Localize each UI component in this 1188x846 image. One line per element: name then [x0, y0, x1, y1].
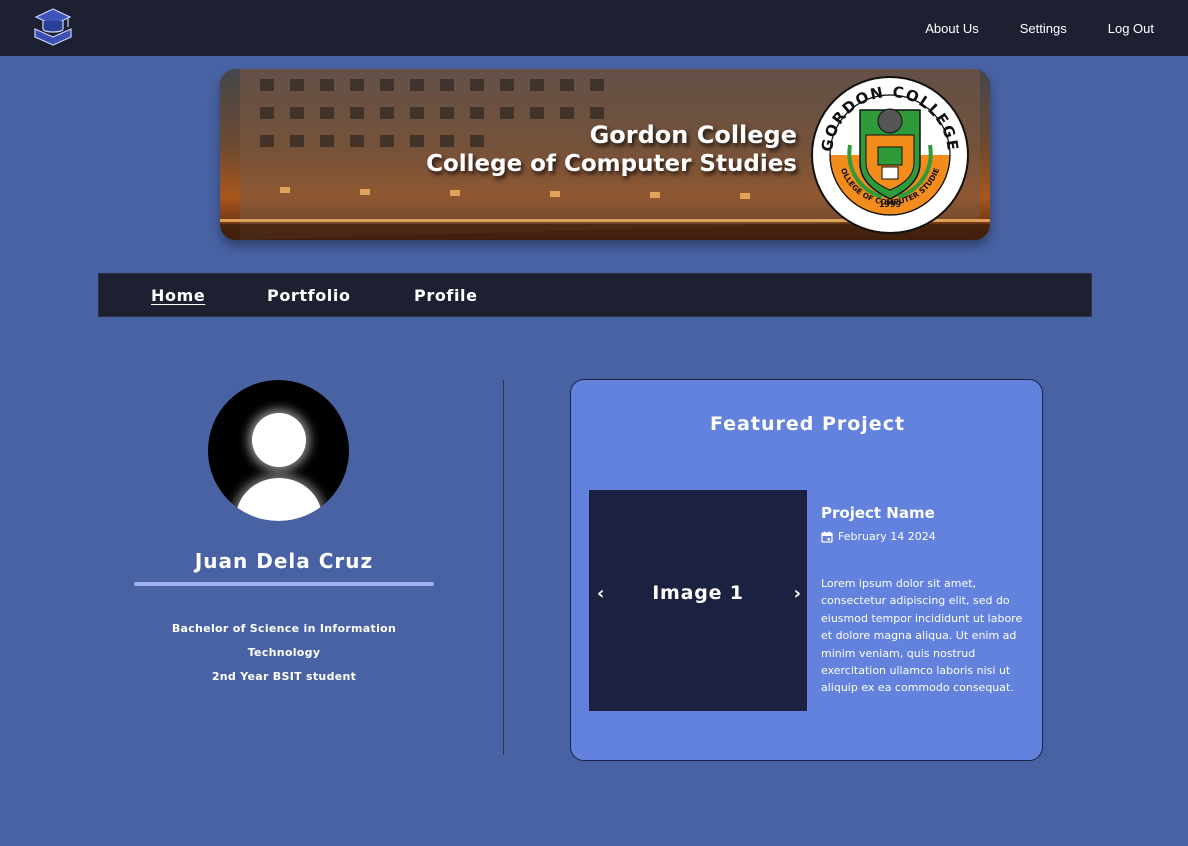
avatar-body [236, 478, 322, 521]
profile-year: 2nd Year BSIT student [211, 670, 357, 683]
top-navbar: About Us Settings Log Out [0, 0, 1188, 56]
project-image-carousel: ‹ Image 1 › [589, 490, 807, 711]
carousel-image-label: Image 1 [652, 582, 744, 604]
graduation-cap-logo-icon[interactable] [33, 7, 73, 47]
banner-title: Gordon College College of Computer Studi… [426, 121, 797, 179]
user-avatar-icon [208, 380, 349, 521]
settings-link[interactable]: Settings [1020, 21, 1067, 36]
calendar-icon [821, 531, 833, 543]
nav-profile-tab[interactable]: Profile [414, 286, 478, 305]
nav-home-tab[interactable]: Home [151, 286, 205, 305]
about-us-link[interactable]: About Us [925, 21, 978, 36]
project-description: Lorem ipsum dolor sit amet, consectetur … [821, 577, 1023, 695]
vertical-divider [503, 380, 504, 755]
profile-name-underline [134, 582, 434, 586]
college-banner: Gordon College College of Computer Studi… [220, 69, 990, 240]
banner-line-1: Gordon College [589, 121, 797, 149]
featured-project-title: Featured Project [709, 413, 906, 435]
profile-name: Juan Dela Cruz [194, 549, 374, 573]
log-out-link[interactable]: Log Out [1108, 21, 1154, 36]
banner-line-2: College of Computer Studies [426, 151, 797, 177]
project-name: Project Name [821, 504, 935, 522]
project-date-row: February 14 2024 [821, 530, 936, 543]
project-date: February 14 2024 [838, 530, 936, 543]
avatar-head [252, 413, 306, 467]
nav-portfolio-tab[interactable]: Portfolio [267, 286, 351, 305]
college-seal-logo: 1999 GORDON COLLEGE COLLEGE OF COMPUTER … [810, 75, 969, 234]
section-nav: Home Portfolio Profile [98, 273, 1092, 317]
profile-course: Bachelor of Science in Information Techn… [171, 622, 397, 659]
featured-project-card: Featured Project ‹ Image 1 › Project Nam… [570, 379, 1043, 761]
chevron-right-icon[interactable]: › [794, 583, 801, 604]
profile-description: Bachelor of Science in Information Techn… [134, 617, 434, 689]
